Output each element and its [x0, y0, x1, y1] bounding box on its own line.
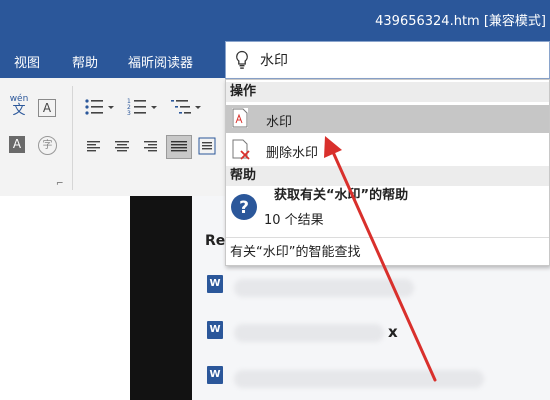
- multilevel-list-button[interactable]: [170, 96, 206, 118]
- align-center-button[interactable]: [114, 138, 130, 154]
- watermark-icon: [232, 108, 248, 128]
- align-left-button[interactable]: [86, 138, 102, 154]
- help-section-header: 帮助: [226, 166, 549, 186]
- phonetic-guide-button[interactable]: wén 文: [8, 94, 30, 120]
- align-right-icon: [144, 141, 157, 152]
- ribbon-divider: [72, 86, 73, 190]
- lightbulb-icon: [236, 50, 248, 69]
- character-shading-button[interactable]: A: [9, 136, 25, 153]
- bullets-icon: [85, 99, 114, 115]
- document-dark-region: [130, 196, 192, 400]
- help-question-icon: ?: [231, 194, 257, 220]
- divider: [226, 237, 549, 238]
- action-remove-watermark[interactable]: 删除水印: [226, 136, 549, 164]
- phonetic-bottom-label: 文: [12, 103, 26, 118]
- word-doc-icon: W: [207, 275, 223, 293]
- justify-button[interactable]: [166, 135, 192, 159]
- search-input[interactable]: [260, 51, 530, 69]
- close-icon[interactable]: x: [388, 323, 398, 341]
- action-label: 水印: [266, 115, 293, 130]
- remove-watermark-icon: [232, 139, 252, 161]
- tell-me-search-box[interactable]: [225, 41, 550, 79]
- enclose-characters-button[interactable]: 字: [38, 136, 57, 155]
- justify-icon: [171, 141, 187, 152]
- blurred-result-text[interactable]: [234, 279, 414, 297]
- word-doc-icon: W: [207, 321, 223, 339]
- bullets-button[interactable]: [82, 96, 118, 118]
- character-border-button[interactable]: A: [38, 99, 56, 117]
- pane-heading: Re: [205, 233, 226, 249]
- distributed-icon: [198, 137, 216, 155]
- search-results-dropdown: 操作 水印 删除水印 帮助 ? 获取有关“水印”的帮助 10 个结果 有关“水印…: [225, 79, 550, 266]
- word-doc-icon: W: [207, 366, 223, 384]
- multilevel-list-icon: [171, 100, 201, 114]
- blurred-result-text[interactable]: [234, 324, 384, 342]
- blurred-result-text[interactable]: [234, 370, 484, 388]
- font-dialog-launcher[interactable]: ⌐: [56, 179, 64, 189]
- title-bar: 439656324.htm [兼容模式]: [0, 0, 550, 40]
- align-left-icon: [87, 141, 100, 152]
- menu-item-view[interactable]: 视图: [14, 52, 40, 71]
- help-result-count: 10 个结果: [264, 213, 324, 228]
- help-result-title[interactable]: 获取有关“水印”的帮助: [274, 184, 408, 203]
- numbering-icon: 1 2 3: [127, 98, 157, 117]
- numbering-button[interactable]: 1 2 3: [126, 96, 162, 118]
- smart-lookup-link[interactable]: 有关“水印”的智能查找: [230, 241, 360, 260]
- window-title: 439656324.htm [兼容模式]: [375, 14, 546, 29]
- align-right-button[interactable]: [142, 138, 158, 154]
- menu-item-foxit-reader[interactable]: 福昕阅读器: [128, 52, 193, 71]
- menu-item-help[interactable]: 帮助: [72, 52, 98, 71]
- action-watermark[interactable]: 水印: [226, 105, 549, 133]
- svg-text:?: ?: [239, 198, 249, 218]
- action-label: 删除水印: [266, 146, 319, 161]
- svg-text:3: 3: [127, 110, 131, 117]
- align-center-icon: [115, 141, 129, 152]
- distributed-button[interactable]: [198, 136, 216, 156]
- actions-section-header: 操作: [226, 82, 549, 102]
- sort-button[interactable]: [218, 98, 224, 114]
